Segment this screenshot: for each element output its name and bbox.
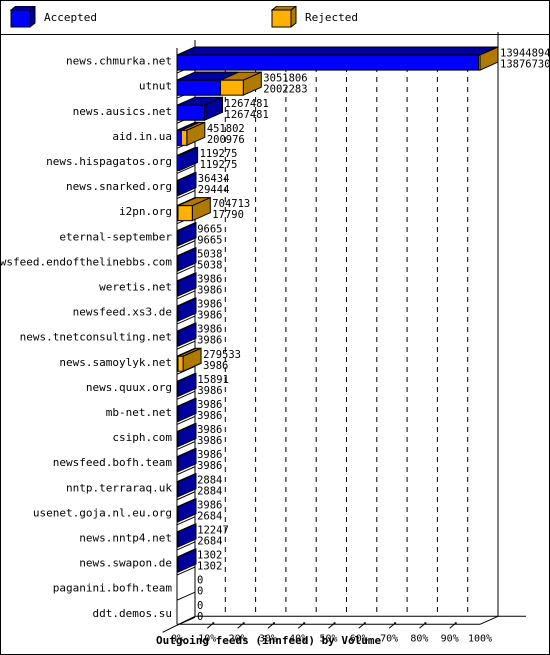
value-label-bottom: 3986 <box>197 410 222 422</box>
category-label: newsfeed.xs3.de <box>73 306 172 319</box>
value-label-bottom: 1302 <box>197 561 222 573</box>
bar-chart: 0% 10% 20% 30% 40% 50% 60% 70% 80% 90% 100%news.ch… <box>0 32 550 644</box>
value-label-bottom: 3986 <box>197 335 222 347</box>
x-tick-label: 70% <box>380 633 398 644</box>
category-label: eternal-september <box>59 230 172 243</box>
value-label-bottom: 3986 <box>197 310 222 322</box>
row-floor-slant <box>176 591 196 601</box>
category-label: news.tnetconsulting.net <box>20 331 172 344</box>
tick-dot <box>272 622 275 625</box>
value-label-bottom: 9665 <box>197 234 222 246</box>
category-label: news.swapon.de <box>79 557 172 570</box>
accepted-bar-front <box>176 205 179 222</box>
category-label: news.samoylyk.net <box>59 356 172 369</box>
value-label-bottom: 13876730 <box>500 59 550 71</box>
value-label-bottom: 2884 <box>197 485 222 497</box>
category-label: usenet.goja.nl.eu.org <box>33 506 172 519</box>
tick-dot <box>303 622 306 625</box>
accepted-bar-front <box>176 180 179 197</box>
tick-dot <box>212 622 215 625</box>
chart-title: Outgoing feeds (innfeed) by Volume <box>156 634 382 647</box>
accepted-bar-top <box>176 46 497 56</box>
category-label: utnut <box>139 80 172 93</box>
rejected-bar-front <box>176 205 193 222</box>
x-tick-label: 90% <box>441 633 459 644</box>
category-label: news.nntp4.net <box>79 531 172 544</box>
accepted-bar-front <box>176 129 182 146</box>
accepted-bar-front <box>176 280 179 297</box>
category-label: news.hispagatos.org <box>46 155 172 168</box>
value-label-bottom: 2684 <box>197 510 222 522</box>
value-label-bottom: 1267481 <box>225 109 269 121</box>
accepted-bar-front <box>176 456 179 473</box>
value-label-bottom: 29444 <box>198 184 230 196</box>
value-label-bottom: 3986 <box>197 435 222 447</box>
value-label-bottom: 119275 <box>200 159 238 171</box>
x-tick-label: 80% <box>410 633 428 644</box>
tick-dot <box>394 622 397 625</box>
accepted-bar-front <box>176 405 179 422</box>
value-label-bottom: 3986 <box>203 360 228 372</box>
accepted-bar-front <box>176 154 181 171</box>
accepted-bar-front <box>176 330 179 347</box>
accepted-bar-front <box>176 431 179 448</box>
tick-dot <box>454 622 457 625</box>
accepted-bar-front <box>176 255 179 272</box>
category-label: newsfeed.bofh.team <box>53 456 173 469</box>
value-label-bottom: 2684 <box>197 535 222 547</box>
value-label-bottom: 3986 <box>197 460 222 472</box>
value-label-bottom: 200976 <box>207 134 245 146</box>
category-label: news.quux.org <box>86 381 172 394</box>
category-label: weretis.net <box>99 280 172 293</box>
accepted-bar-front <box>176 305 179 322</box>
tick-dot <box>363 622 366 625</box>
floor-right-edge <box>479 615 499 625</box>
accepted-bar-front <box>176 556 179 573</box>
accepted-bar-front <box>176 506 179 523</box>
category-label: aid.in.ua <box>112 130 172 143</box>
category-label: i2pn.org <box>119 205 172 218</box>
accepted-bar-front <box>176 481 179 498</box>
category-label: news.chmurka.net <box>66 55 172 68</box>
category-label: news.snarked.org <box>66 180 172 193</box>
value-label-bottom: 3986 <box>197 385 222 397</box>
category-label: newsfeed.endofthelinebbs.com <box>0 255 172 268</box>
category-label: mb-net.net <box>106 406 172 419</box>
category-label: paganini.bofh.team <box>53 582 173 595</box>
category-label: csiph.com <box>112 431 172 444</box>
accepted-bar-front <box>176 79 222 96</box>
tick-dot <box>242 622 245 625</box>
category-label: ddt.demos.su <box>93 607 172 620</box>
value-label-bottom: 0 <box>197 611 203 623</box>
accepted-bar-front <box>176 531 179 548</box>
value-label-bottom: 17790 <box>212 209 244 221</box>
accepted-bar-front <box>176 54 480 71</box>
value-label-bottom: 2002283 <box>263 84 307 96</box>
accepted-bar-front <box>176 230 179 247</box>
tick-dot <box>424 622 427 625</box>
x-tick-label: 100% <box>468 633 492 644</box>
value-label-bottom: 3986 <box>197 284 222 296</box>
value-label-bottom: 5038 <box>197 259 222 271</box>
accepted-bar-front <box>176 380 179 397</box>
accepted-bar-front <box>176 104 206 121</box>
category-label: news.ausics.net <box>73 105 172 118</box>
tick-dot <box>333 622 336 625</box>
accepted-bar-front <box>176 355 179 372</box>
value-label-bottom: 0 <box>197 586 203 598</box>
category-label: nntp.terraraq.uk <box>66 481 172 494</box>
